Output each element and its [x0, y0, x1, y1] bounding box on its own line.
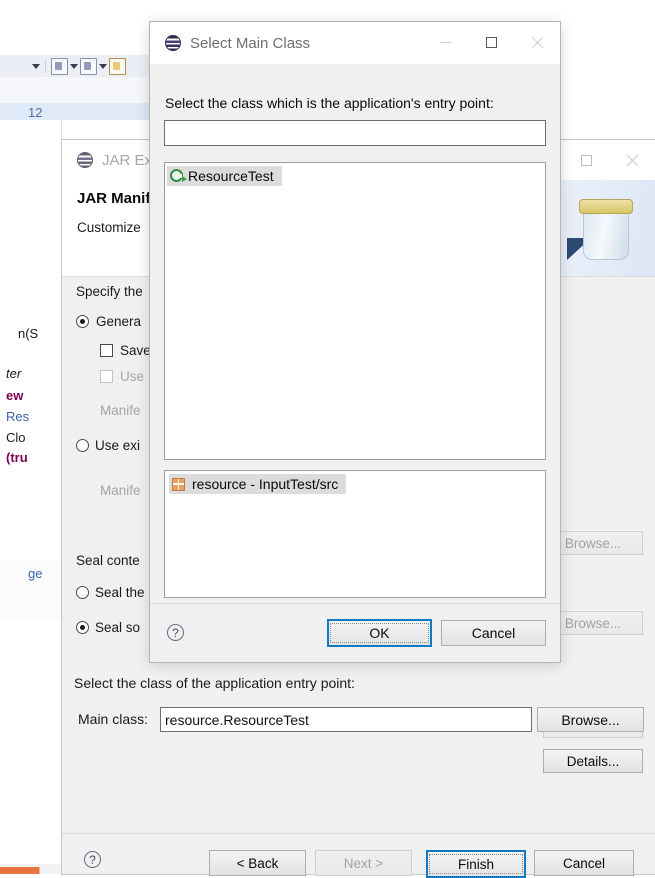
checkbox-use-manifest: Use — [100, 369, 144, 384]
radio-seal-the-jar[interactable]: Seal the — [76, 585, 145, 600]
jar-lid-shape — [579, 199, 633, 214]
class-filter-input[interactable] — [164, 120, 546, 146]
select-main-class-window-controls[interactable] — [422, 22, 560, 62]
select-main-class-prompt: Select the class which is the applicatio… — [165, 95, 494, 111]
radio-use-existing-manifest[interactable]: Use exi — [76, 438, 140, 453]
package-list[interactable]: resource - InputTest/src — [164, 470, 546, 598]
editor-line-number: 12 — [28, 105, 43, 120]
radio-seal-some-packages[interactable]: Seal so — [76, 620, 140, 635]
package-icon — [172, 477, 185, 491]
maximize-button[interactable] — [468, 22, 514, 62]
run-icon[interactable] — [80, 57, 97, 75]
cancel-button[interactable]: Cancel — [534, 850, 634, 876]
ok-button[interactable]: OK — [327, 619, 432, 647]
radio-icon[interactable] — [76, 439, 89, 452]
code-fragment: n(S — [18, 326, 39, 341]
jar-export-subheading: Customize — [77, 220, 141, 235]
jar-export-footer: ? < Back Next > Finish Cancel — [62, 833, 655, 878]
list-item-label: ResourceTest — [188, 168, 274, 184]
manifest-file-label-2: Manife — [100, 483, 141, 498]
list-item[interactable]: ResourceTest — [167, 166, 282, 186]
maximize-icon — [485, 36, 497, 48]
checkbox-save-description[interactable]: Save — [100, 343, 151, 358]
minimize-icon — [439, 41, 451, 43]
maximize-button[interactable] — [563, 140, 609, 180]
jar-export-heading: JAR Manif — [77, 190, 151, 207]
chevron-down-icon[interactable] — [32, 63, 40, 69]
select-main-class-footer: ? OK Cancel — [150, 603, 560, 662]
list-item-label: resource - InputTest/src — [192, 476, 339, 492]
select-main-class-title: Select Main Class — [190, 34, 311, 52]
radio-icon[interactable] — [76, 621, 89, 634]
help-icon[interactable]: ? — [167, 624, 184, 641]
select-main-class-dialog[interactable]: Select Main Class Select the class which… — [150, 22, 560, 662]
eclipse-icon — [77, 152, 93, 168]
manifest-section-label: Specify the — [76, 284, 143, 299]
jar-body-shape — [583, 208, 629, 260]
close-icon — [626, 154, 639, 167]
maximize-icon — [580, 154, 592, 166]
list-item[interactable]: resource - InputTest/src — [169, 474, 347, 494]
seal-section-label: Seal conte — [76, 553, 140, 568]
entry-point-label: Select the class of the application entr… — [74, 675, 355, 691]
jar-illustration-icon — [565, 186, 645, 270]
close-button[interactable] — [609, 140, 655, 180]
checkbox-icon[interactable] — [100, 344, 113, 357]
checkbox-icon — [100, 370, 113, 383]
code-fragment: Clo — [6, 430, 26, 445]
help-icon[interactable]: ? — [84, 851, 101, 868]
radio-icon[interactable] — [76, 586, 89, 599]
back-button[interactable]: < Back — [209, 850, 306, 876]
code-fragment: ew — [6, 388, 24, 403]
code-fragment: (tru — [6, 450, 28, 465]
radio-icon[interactable] — [76, 315, 89, 328]
details-button-2[interactable]: Details... — [543, 749, 643, 773]
select-main-class-body: Select the class which is the applicatio… — [150, 64, 560, 662]
java-class-icon — [170, 168, 187, 184]
code-fragment: Res — [6, 409, 30, 424]
main-class-browse-button[interactable]: Browse... — [537, 707, 644, 732]
manifest-file-label-1: Manife — [100, 403, 141, 418]
radio-generate-manifest[interactable]: Genera — [76, 314, 141, 329]
cancel-button[interactable]: Cancel — [441, 620, 546, 646]
matching-types-list[interactable]: ResourceTest — [164, 162, 546, 460]
close-button[interactable] — [514, 22, 560, 62]
editor-tab-active[interactable] — [0, 103, 165, 120]
eclipse-icon — [165, 35, 181, 51]
code-fragment: ge — [28, 566, 43, 581]
chevron-down-icon[interactable] — [70, 63, 78, 69]
minimize-button[interactable] — [422, 22, 468, 62]
toolbar-separator — [45, 59, 46, 73]
close-icon — [531, 36, 544, 49]
chevron-down-icon[interactable] — [99, 63, 107, 69]
debug-icon[interactable] — [51, 57, 68, 75]
main-class-label: Main class: — [78, 711, 149, 727]
select-main-class-title-bar[interactable]: Select Main Class — [150, 22, 560, 64]
code-fragment: ter — [6, 366, 22, 381]
main-class-input[interactable]: resource.ResourceTest — [160, 707, 532, 732]
next-button: Next > — [315, 850, 412, 876]
external-tools-icon[interactable] — [109, 57, 126, 75]
